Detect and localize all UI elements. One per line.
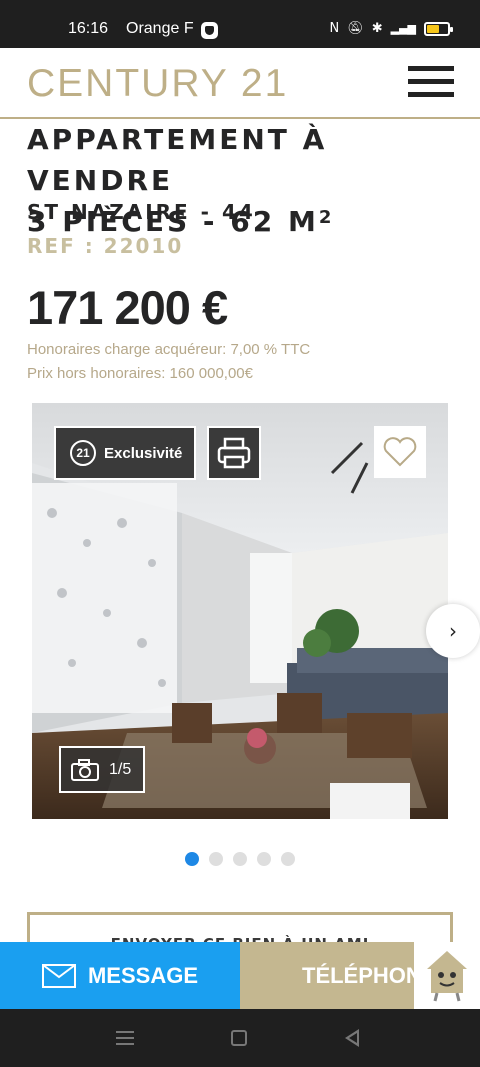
fees-line: Honoraires charge acquéreur: 7,00 % TTC: [27, 341, 311, 358]
badge-label: Exclusivité: [104, 444, 183, 462]
contact-bar: MESSAGE TÉLÉPHONE: [0, 942, 480, 1009]
site-header: CENTURY 21: [0, 48, 480, 119]
printer-icon: [217, 437, 251, 469]
status-time: 16:16: [68, 20, 109, 37]
next-photo-button[interactable]: ›: [426, 604, 480, 658]
signal-icon: ▂▄▆: [390, 22, 416, 35]
carousel-dot-2[interactable]: [209, 852, 223, 866]
listing-title-line1: APPARTEMENT À VENDRE: [27, 123, 328, 197]
exclusivity-badge: 21 Exclusivité: [54, 426, 196, 480]
chevron-right-icon: ›: [449, 619, 457, 643]
mute-icon: 🔕︎: [347, 21, 364, 36]
carousel-dot-3[interactable]: [233, 852, 247, 866]
home-icon[interactable]: [231, 1030, 247, 1046]
price-excl-fees: Prix hors honoraires: 160 000,00€: [27, 365, 253, 382]
nfc-icon: N: [329, 21, 340, 36]
phone-label: TÉLÉPHONE: [302, 962, 414, 988]
system-nav-bar: [0, 1009, 480, 1067]
message-label: MESSAGE: [87, 962, 199, 988]
chatbot-mascot-button[interactable]: [414, 942, 480, 1009]
photo-counter-text: 1/5: [109, 760, 132, 778]
listing-ref: REF : 22010: [27, 234, 184, 258]
recent-apps-icon[interactable]: [116, 1031, 134, 1045]
listing-price: 171 200 €: [27, 281, 228, 334]
carousel-dots: [185, 852, 295, 866]
c21-logo-icon: 21: [70, 440, 96, 466]
photo-counter: 1/5: [59, 746, 145, 793]
status-carrier: Orange F: [126, 20, 194, 37]
phone-button[interactable]: TÉLÉPHONE: [240, 942, 414, 1009]
print-button[interactable]: [207, 426, 261, 480]
carousel-dot-1[interactable]: [185, 852, 199, 866]
carousel-dot-4[interactable]: [257, 852, 271, 866]
shield-icon: [201, 22, 218, 39]
envelope-icon: [41, 963, 76, 988]
listing-fees: Honoraires charge acquéreur: 7,00 % TTC …: [27, 338, 310, 386]
system-icons: N 🔕︎ ✱ ▂▄▆: [329, 21, 453, 36]
message-button[interactable]: MESSAGE: [0, 942, 240, 1009]
bluetooth-icon: ✱: [371, 21, 383, 36]
house-mascot-icon: [427, 950, 467, 1001]
camera-icon: [71, 758, 99, 781]
hamburger-icon[interactable]: [408, 66, 454, 100]
carousel-dot-5[interactable]: [281, 852, 295, 866]
listing-city: ST NAZAIRE - 44: [27, 200, 256, 224]
battery-icon: [424, 21, 453, 36]
status-bar: 16:16 Orange F N 🔕︎ ✱ ▂▄▆: [0, 0, 480, 48]
century21-logo[interactable]: CENTURY 21: [27, 62, 288, 106]
favorite-button[interactable]: [374, 426, 426, 478]
back-icon[interactable]: [345, 1029, 359, 1047]
heart-icon: [383, 437, 417, 467]
